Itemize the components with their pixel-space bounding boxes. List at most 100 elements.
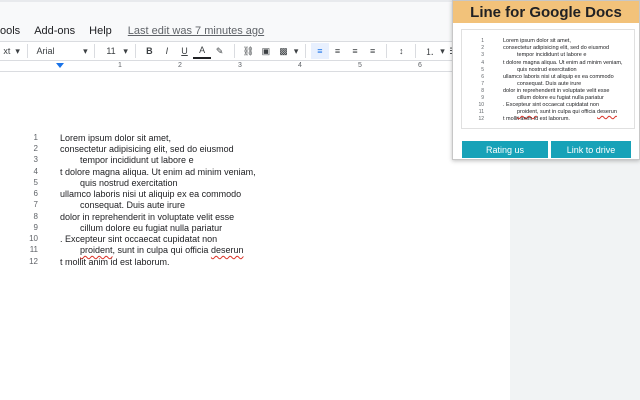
preview-line-number: 7 bbox=[481, 81, 484, 87]
menu-tools[interactable]: ools bbox=[0, 25, 26, 37]
misspelled-word[interactable]: deserun bbox=[211, 245, 244, 255]
rating-button[interactable]: Rating us bbox=[462, 141, 548, 158]
preview-line-segment: , sunt in culpa qui officia bbox=[536, 109, 598, 115]
highlight-icon[interactable]: ✎ bbox=[211, 43, 229, 59]
ruler-tick: 6 bbox=[418, 62, 422, 69]
formatting-toolbar: xt ▾ Arial ▾ 11 ▾ B I U A ✎ ⛓ ▣ ▩ ▾ ≡ ≡ … bbox=[0, 41, 460, 61]
align-justify-icon[interactable]: ≡ bbox=[364, 43, 382, 59]
line-text: ullamco laboris nisi ut aliquip ex ea co… bbox=[60, 189, 242, 199]
align-right-icon[interactable]: ≡ bbox=[346, 43, 364, 59]
chevron-down-icon[interactable]: ▾ bbox=[439, 43, 447, 59]
line-number: 8 bbox=[33, 212, 38, 221]
preview-line-text: t dolore magna aliqua. Ut enim ad minim … bbox=[503, 60, 623, 66]
line-spacing-icon[interactable]: ↕ bbox=[392, 43, 410, 59]
ruler-tick: 5 bbox=[358, 62, 362, 69]
preview-line-text: . Excepteur sint occaecat cupidatat non bbox=[503, 102, 600, 108]
popup-title: Line for Google Docs bbox=[453, 1, 639, 23]
line-text: proident, sunt in culpa qui officia dese… bbox=[80, 245, 243, 255]
line-number: 6 bbox=[33, 189, 38, 198]
line-number: 4 bbox=[33, 167, 38, 176]
ruler: 1 2 3 4 5 6 bbox=[0, 61, 460, 72]
preview-line-number: 9 bbox=[481, 95, 484, 101]
line-text: quis nostrud exercitation bbox=[80, 178, 178, 188]
line-text: t mollit anim id est laborum. bbox=[60, 257, 170, 267]
line-number: 7 bbox=[33, 200, 38, 209]
ruler-tick: 2 bbox=[178, 62, 182, 69]
preview-line-text: ullamco laboris nisi ut aliquip ex ea co… bbox=[503, 74, 614, 80]
top-border bbox=[0, 0, 460, 2]
comment-icon[interactable]: ▣ bbox=[257, 43, 275, 59]
divider bbox=[415, 44, 416, 58]
preview-line-number: 4 bbox=[481, 60, 484, 66]
line-number: 11 bbox=[29, 245, 38, 254]
text-color-button[interactable]: A bbox=[193, 43, 211, 59]
link-to-drive-button[interactable]: Link to drive bbox=[551, 141, 631, 158]
style-select[interactable]: xt bbox=[0, 43, 14, 59]
line-number: 12 bbox=[29, 257, 38, 266]
image-icon[interactable]: ▩ bbox=[275, 43, 293, 59]
preview-line-text: quis nostrud exercitation bbox=[517, 67, 577, 73]
underline-button[interactable]: U bbox=[176, 43, 194, 59]
preview-line-text: consequat. Duis aute irure bbox=[517, 81, 582, 87]
italic-button[interactable]: I bbox=[158, 43, 176, 59]
numbered-list-icon[interactable]: ⒈ bbox=[421, 43, 439, 59]
last-edit-link[interactable]: Last edit was 7 minutes ago bbox=[128, 25, 270, 37]
divider bbox=[305, 44, 307, 58]
line-text: cillum dolore eu fugiat nulla pariatur bbox=[80, 223, 223, 233]
preview-line-number: 5 bbox=[481, 67, 484, 73]
preview-line-number: 1 bbox=[481, 38, 484, 44]
preview-line-text: dolor in reprehenderit in voluptate veli… bbox=[503, 88, 610, 94]
preview-line-text: tempor incididunt ut labore e bbox=[517, 52, 587, 58]
preview-line-number: 6 bbox=[481, 74, 484, 80]
preview-line-number: 3 bbox=[481, 52, 484, 58]
misspelled-word[interactable]: proident bbox=[80, 245, 113, 255]
menu-addons[interactable]: Add-ons bbox=[34, 25, 81, 37]
ruler-tick: 1 bbox=[118, 62, 122, 69]
chevron-down-icon[interactable]: ▾ bbox=[14, 43, 22, 59]
chevron-down-icon[interactable]: ▾ bbox=[81, 43, 89, 59]
preview-line-number: 11 bbox=[478, 109, 484, 115]
menu-help[interactable]: Help bbox=[89, 25, 118, 37]
line-number: 1 bbox=[33, 133, 38, 142]
line-text: tempor incididunt ut labore e bbox=[80, 155, 194, 165]
line-number: 10 bbox=[29, 234, 38, 243]
divider bbox=[26, 44, 28, 58]
line-text: . Excepteur sint occaecat cupidatat non bbox=[60, 234, 218, 244]
link-icon[interactable]: ⛓ bbox=[239, 43, 257, 59]
chevron-down-icon[interactable]: ▾ bbox=[122, 43, 130, 59]
divider bbox=[233, 44, 235, 58]
menu-bar: ools Add-ons Help Last edit was 7 minute… bbox=[0, 21, 460, 41]
line-number: 9 bbox=[33, 223, 38, 232]
divider bbox=[94, 44, 96, 58]
divider bbox=[134, 44, 136, 58]
line-text: Lorem ipsum dolor sit amet, bbox=[60, 133, 172, 143]
divider bbox=[386, 44, 388, 58]
font-select[interactable]: Arial bbox=[32, 43, 81, 59]
line-number: 5 bbox=[33, 178, 38, 187]
misspelled-word: proident bbox=[517, 109, 537, 115]
align-center-icon[interactable]: ≡ bbox=[329, 43, 347, 59]
ruler-tick: 4 bbox=[298, 62, 302, 69]
bold-button[interactable]: B bbox=[141, 43, 159, 59]
preview-line-text: proident, sunt in culpa qui officia dese… bbox=[517, 109, 617, 115]
preview-line-number: 12 bbox=[478, 116, 484, 122]
extension-popup: Line for Google Docs 1 Lorem ipsum dolor… bbox=[452, 0, 640, 160]
preview-line-number: 8 bbox=[481, 88, 484, 94]
preview-line-text: t mollit anim id est laborum. bbox=[503, 116, 570, 122]
chevron-down-icon[interactable]: ▾ bbox=[292, 43, 300, 59]
indent-marker[interactable] bbox=[56, 63, 64, 68]
font-size-select[interactable]: 11 bbox=[100, 43, 122, 59]
line-number: 3 bbox=[33, 155, 38, 164]
line-text-segment: , sunt in culpa qui officia bbox=[112, 245, 211, 255]
preview-line-text: Lorem ipsum dolor sit amet, bbox=[503, 38, 571, 44]
preview-line-number: 2 bbox=[481, 45, 484, 51]
document-page[interactable]: 1 Lorem ipsum dolor sit amet, 2 consecte… bbox=[0, 72, 510, 400]
preview-line-text: consectetur adipisicing elit, sed do eiu… bbox=[503, 45, 610, 51]
misspelled-word: deserun bbox=[597, 109, 617, 115]
line-text: consectetur adipisicing elit, sed do eiu… bbox=[60, 144, 234, 154]
line-text: t dolore magna aliqua. Ut enim ad minim … bbox=[60, 167, 256, 177]
align-left-icon[interactable]: ≡ bbox=[311, 43, 329, 59]
preview-line-text: cillum dolore eu fugiat nulla pariatur bbox=[517, 95, 604, 101]
ruler-tick: 3 bbox=[238, 62, 242, 69]
preview-line-number: 10 bbox=[478, 102, 484, 108]
